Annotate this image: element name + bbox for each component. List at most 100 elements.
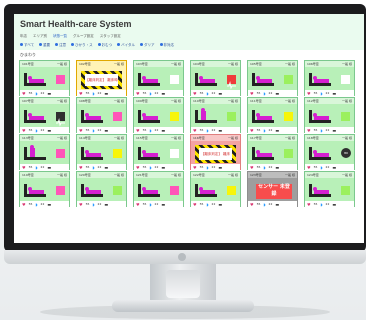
room-tile[interactable]: 118号室 一般 様 80 ♥ 55 ◗ 22 ▬: [304, 134, 355, 170]
bed-occupant-icon: [24, 145, 46, 160]
heart-icon: ♥: [136, 127, 140, 133]
status-panel: [77, 104, 126, 127]
bed-mini-icon: ▬: [218, 164, 223, 170]
heart-icon: ♥: [79, 164, 83, 170]
heart-rate: 55: [313, 128, 318, 132]
room-tile[interactable]: 120号室 一般 様 ♥ 55 ◗ 22 ▬: [76, 171, 127, 207]
heart-rate: 55: [142, 128, 147, 132]
filter-2[interactable]: 注意: [55, 43, 66, 48]
bed-occupant-icon: [138, 108, 160, 123]
room-number: 116号室: [193, 136, 205, 140]
room-tile[interactable]: 116号室 一般 様【離床判定】 離床 ♥ 55 ◗ 22 ▬: [190, 134, 241, 170]
resp-rate: 22: [40, 128, 45, 132]
room-tile[interactable]: 113号室 一般 様 ♥ 55 ◗ 22 ▬: [19, 134, 70, 170]
room-tile[interactable]: 115号室 一般 様 ♥ 55 ◗ 22 ▬: [133, 134, 184, 170]
lung-icon: ◗: [92, 127, 95, 133]
heart-icon: ♥: [307, 90, 311, 96]
bed-person: [86, 190, 101, 194]
patient-name: 一般 様: [171, 62, 181, 66]
room-tile[interactable]: 123号室 一般 様センサー 未登録 ♥ 55 ◗ 22 ▬: [247, 171, 298, 207]
bed-occupant-icon: [81, 145, 103, 160]
radio-dot-icon: [97, 43, 101, 46]
room-tile[interactable]: 109号室 一般 様 ♥ 55 ◗ 22 ▬: [133, 97, 184, 133]
room-tile[interactable]: 110号室 一般 様 ♥ 55 ◗ 22 ▬: [190, 97, 241, 133]
resp-rate: 22: [40, 202, 45, 206]
lung-icon: ◗: [35, 127, 38, 133]
room-number: 108号室: [79, 99, 91, 103]
room-tile[interactable]: 124号室 一般 様 ♥ 55 ◗ 22 ▬: [304, 171, 355, 207]
room-tile[interactable]: 104号室 一般 様 ♥ 55 ◗ 22 ▬: [190, 60, 241, 96]
bed-base: [138, 157, 160, 160]
patient-name: 一般 様: [171, 173, 181, 177]
filter-0[interactable]: すべて: [20, 43, 34, 48]
heart-icon: ♥: [193, 164, 197, 170]
room-tile[interactable]: 105号室 一般 様 ♥ 55 ◗ 22 ▬: [247, 60, 298, 96]
menu-item-3[interactable]: グループ設定: [73, 34, 94, 39]
room-tile[interactable]: 103号室 一般 様 ♥ 55 ◗ 22 ▬: [133, 60, 184, 96]
bed-head: [142, 113, 146, 117]
status-panel: [248, 141, 297, 164]
room-tile[interactable]: 106号室 一般 様 ♥ 55 ◗ 22 ▬: [304, 60, 355, 96]
room-tile[interactable]: 122号室 一般 様 ♥ 55 ◗ 22 ▬: [190, 171, 241, 207]
bed-mini-icon: ▬: [218, 201, 223, 207]
room-tile[interactable]: 102号室 一般 様【離床判定】 離床時 ♥ 55 ◗ 22 ▬: [76, 60, 127, 96]
bed-head: [199, 187, 203, 191]
filter-4[interactable]: おむつ: [97, 43, 112, 48]
patient-name: 一般 様: [342, 62, 352, 66]
vitals-footer: ♥ 55 ◗ 22 ▬: [77, 127, 126, 133]
vital-status-square: [227, 75, 236, 90]
lung-icon: ◗: [263, 90, 266, 96]
fall-alert-text: 【離床判定】 離床: [199, 148, 232, 160]
bed-person: [314, 79, 329, 83]
apple-logo-icon: [178, 253, 186, 261]
filter-5[interactable]: バイタル: [117, 43, 135, 48]
room-tile[interactable]: 112号室 一般 様 ♥ 55 ◗ 22 ▬: [304, 97, 355, 133]
room-tile[interactable]: 101号室 一般 様 ♥ 55 ◗ 22 ▬: [19, 60, 70, 96]
filter-6[interactable]: ダリア: [140, 43, 155, 48]
menu-item-2[interactable]: 状態一覧: [53, 34, 67, 39]
filter-7[interactable]: 非対応: [159, 43, 174, 48]
room-tile[interactable]: 121号室 一般 様 ♥ 55 ◗ 22 ▬: [133, 171, 184, 207]
room-tile[interactable]: 114号室 一般 様 ♥ 55 ◗ 22 ▬: [76, 134, 127, 170]
resp-rate: 22: [211, 165, 216, 169]
room-tile[interactable]: 107号室 一般 様 ♥ 55 ◗ 22 ▬: [19, 97, 70, 133]
status-panel: [20, 67, 69, 90]
room-tile[interactable]: 111号室 一般 様 ♥ 55 ◗ 22 ▬: [247, 97, 298, 133]
room-tile[interactable]: 108号室 一般 様 ♥ 55 ◗ 22 ▬: [76, 97, 127, 133]
bed-occupant-icon: [24, 71, 46, 86]
room-tile[interactable]: 119号室 一般 様 ♥ 55 ◗ 22 ▬: [19, 171, 70, 207]
bed-person: [29, 79, 44, 83]
filter-1[interactable]: 重要: [39, 43, 50, 48]
lung-icon: ◗: [149, 127, 152, 133]
filter-3[interactable]: ひかり・ス: [71, 43, 93, 48]
heart-icon: ♥: [22, 201, 26, 207]
resp-rate: 22: [40, 91, 45, 95]
vitals-footer: ♥ 55 ◗ 22 ▬: [77, 201, 126, 207]
bed-base: [252, 120, 274, 123]
bed-person: [314, 153, 329, 157]
vitals-footer: ♥ 55 ◗ 22 ▬: [305, 201, 354, 207]
bed-mini-icon: ▬: [218, 90, 223, 96]
bed-mini-icon: ▬: [218, 127, 223, 133]
status-panel: [191, 104, 240, 127]
vital-status-square: [170, 75, 179, 84]
resp-rate: 22: [97, 165, 102, 169]
heart-rate: 55: [142, 91, 147, 95]
patient-name: 一般 様: [342, 99, 352, 103]
menu-item-4[interactable]: スタッフ設定: [100, 34, 121, 39]
room-tile[interactable]: 117号室 一般 様 ♥ 55 ◗ 22 ▬: [247, 134, 298, 170]
bed-person: [29, 116, 44, 120]
vital-status-square: [113, 186, 122, 195]
room-number: 113号室: [22, 136, 34, 140]
bed-mini-icon: ▬: [104, 90, 109, 96]
heart-rate: 55: [28, 202, 33, 206]
radio-dot-icon: [71, 43, 75, 46]
room-number: 119号室: [22, 173, 34, 177]
bed-occupant-icon: [138, 71, 160, 86]
patient-name: 一般 様: [342, 173, 352, 177]
menu-item-1[interactable]: エリア別: [33, 34, 47, 39]
resp-rate: 22: [40, 165, 45, 169]
bed-occupant-icon: [309, 108, 331, 123]
vitals-footer: ♥ 55 ◗ 22 ▬: [20, 201, 69, 207]
menu-item-0[interactable]: 年店: [20, 34, 27, 39]
